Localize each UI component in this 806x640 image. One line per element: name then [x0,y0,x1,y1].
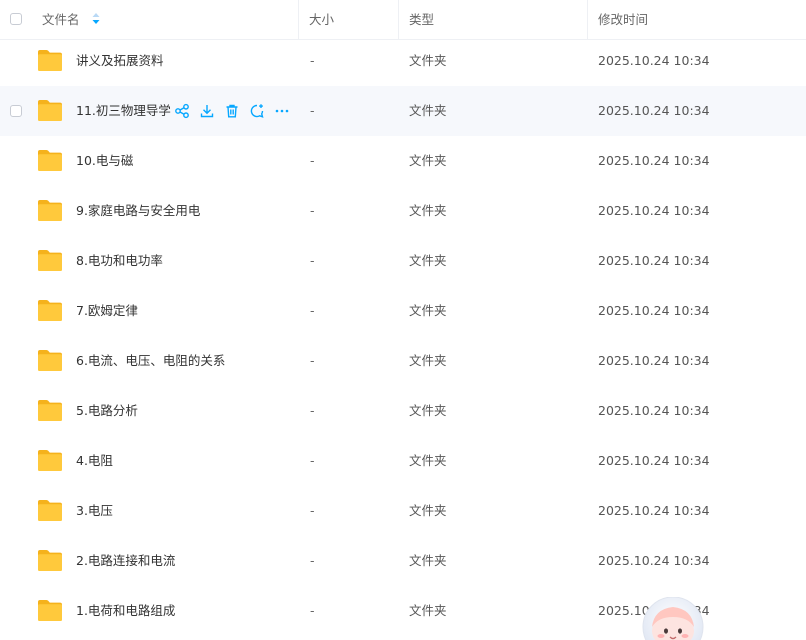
table-row[interactable]: 6.电流、电压、电阻的关系 - 文件夹 2025.10.24 10:34 [0,336,806,386]
folder-icon [37,99,63,125]
file-name[interactable]: 3.电压 [76,486,113,536]
delete-icon[interactable] [224,103,240,119]
file-name[interactable]: 5.电路分析 [76,386,138,436]
file-name[interactable]: 2.电路连接和电流 [76,536,175,586]
table-row[interactable]: 11.初三物理导学 - 文件夹 2025.10.24 10:34 [0,86,806,136]
row-actions [174,103,290,119]
file-list-header: 文件名 大小 类型 修改时间 [0,0,806,40]
folder-icon [37,299,63,325]
file-type: 文件夹 [409,103,447,118]
folder-icon [37,49,63,75]
file-mtime: 2025.10.24 10:34 [598,353,710,368]
file-size: - [310,303,315,318]
file-size: - [310,553,315,568]
sort-arrow-icon[interactable] [92,0,100,39]
table-row[interactable]: 2.电路连接和电流 - 文件夹 2025.10.24 10:34 [0,536,806,586]
file-size: - [310,203,315,218]
file-size: - [310,603,315,618]
select-all-checkbox[interactable] [10,13,22,25]
file-type: 文件夹 [409,553,447,568]
folder-icon [37,249,63,275]
folder-icon [37,599,63,625]
table-row[interactable]: 讲义及拓展资料 - 文件夹 2025.10.24 10:34 [0,36,806,86]
file-mtime: 2025.10.24 10:34 [598,503,710,518]
file-type: 文件夹 [409,203,447,218]
more-icon[interactable] [274,103,290,119]
file-type: 文件夹 [409,353,447,368]
table-row[interactable]: 10.电与磁 - 文件夹 2025.10.24 10:34 [0,136,806,186]
folder-icon [37,199,63,225]
file-type: 文件夹 [409,503,447,518]
column-header-mtime[interactable]: 修改时间 [598,0,648,39]
folder-icon [37,499,63,525]
file-name[interactable]: 9.家庭电路与安全用电 [76,186,200,236]
file-name[interactable]: 11.初三物理导学 [76,86,171,136]
column-divider[interactable] [587,0,588,39]
table-row[interactable]: 5.电路分析 - 文件夹 2025.10.24 10:34 [0,386,806,436]
file-name[interactable]: 10.电与磁 [76,136,133,186]
file-size: - [310,153,315,168]
file-mtime: 2025.10.24 10:34 [598,53,710,68]
file-type: 文件夹 [409,303,447,318]
folder-icon [37,399,63,425]
file-name[interactable]: 7.欧姆定律 [76,286,138,336]
file-size: - [310,403,315,418]
file-size: - [310,53,315,68]
file-type: 文件夹 [409,603,447,618]
column-header-name[interactable]: 文件名 [42,0,100,39]
file-mtime: 2025.10.24 10:34 [598,203,710,218]
table-row[interactable]: 7.欧姆定律 - 文件夹 2025.10.24 10:34 [0,286,806,336]
column-divider[interactable] [298,0,299,39]
file-mtime: 2025.10.24 10:34 [598,153,710,168]
column-header-size[interactable]: 大小 [309,0,334,39]
file-name[interactable]: 8.电功和电功率 [76,236,163,286]
file-size: - [310,353,315,368]
folder-icon [37,349,63,375]
table-row[interactable]: 8.电功和电功率 - 文件夹 2025.10.24 10:34 [0,236,806,286]
file-mtime: 2025.10.24 10:34 [598,103,710,118]
folder-icon [37,449,63,475]
file-name[interactable]: 6.电流、电压、电阻的关系 [76,336,225,386]
table-row[interactable]: 9.家庭电路与安全用电 - 文件夹 2025.10.24 10:34 [0,186,806,236]
folder-icon [37,549,63,575]
column-header-name-label: 文件名 [42,12,80,27]
download-icon[interactable] [199,103,215,119]
file-mtime: 2025.10.24 10:34 [598,453,710,468]
assistant-mascot-avatar[interactable] [640,597,706,640]
file-name[interactable]: 讲义及拓展资料 [76,36,164,86]
column-divider[interactable] [398,0,399,39]
file-size: - [310,503,315,518]
table-row[interactable]: 4.电阻 - 文件夹 2025.10.24 10:34 [0,436,806,486]
file-type: 文件夹 [409,253,447,268]
column-header-type[interactable]: 类型 [409,0,434,39]
file-mtime: 2025.10.24 10:34 [598,403,710,418]
file-list: 文件名 大小 类型 修改时间 讲义及拓展资料 - 文件夹 2025.10.24 [0,0,806,640]
comment-icon[interactable] [249,103,265,119]
table-row[interactable]: 3.电压 - 文件夹 2025.10.24 10:34 [0,486,806,536]
file-name[interactable]: 4.电阻 [76,436,113,486]
row-checkbox[interactable] [10,105,22,117]
file-type: 文件夹 [409,53,447,68]
file-mtime: 2025.10.24 10:34 [598,303,710,318]
file-name[interactable]: 1.电荷和电路组成 [76,586,175,636]
file-type: 文件夹 [409,153,447,168]
file-size: - [310,103,315,118]
file-type: 文件夹 [409,403,447,418]
file-size: - [310,453,315,468]
file-mtime: 2025.10.24 10:34 [598,253,710,268]
share-icon[interactable] [174,103,190,119]
file-mtime: 2025.10.24 10:34 [598,553,710,568]
folder-icon [37,149,63,175]
file-size: - [310,253,315,268]
file-type: 文件夹 [409,453,447,468]
